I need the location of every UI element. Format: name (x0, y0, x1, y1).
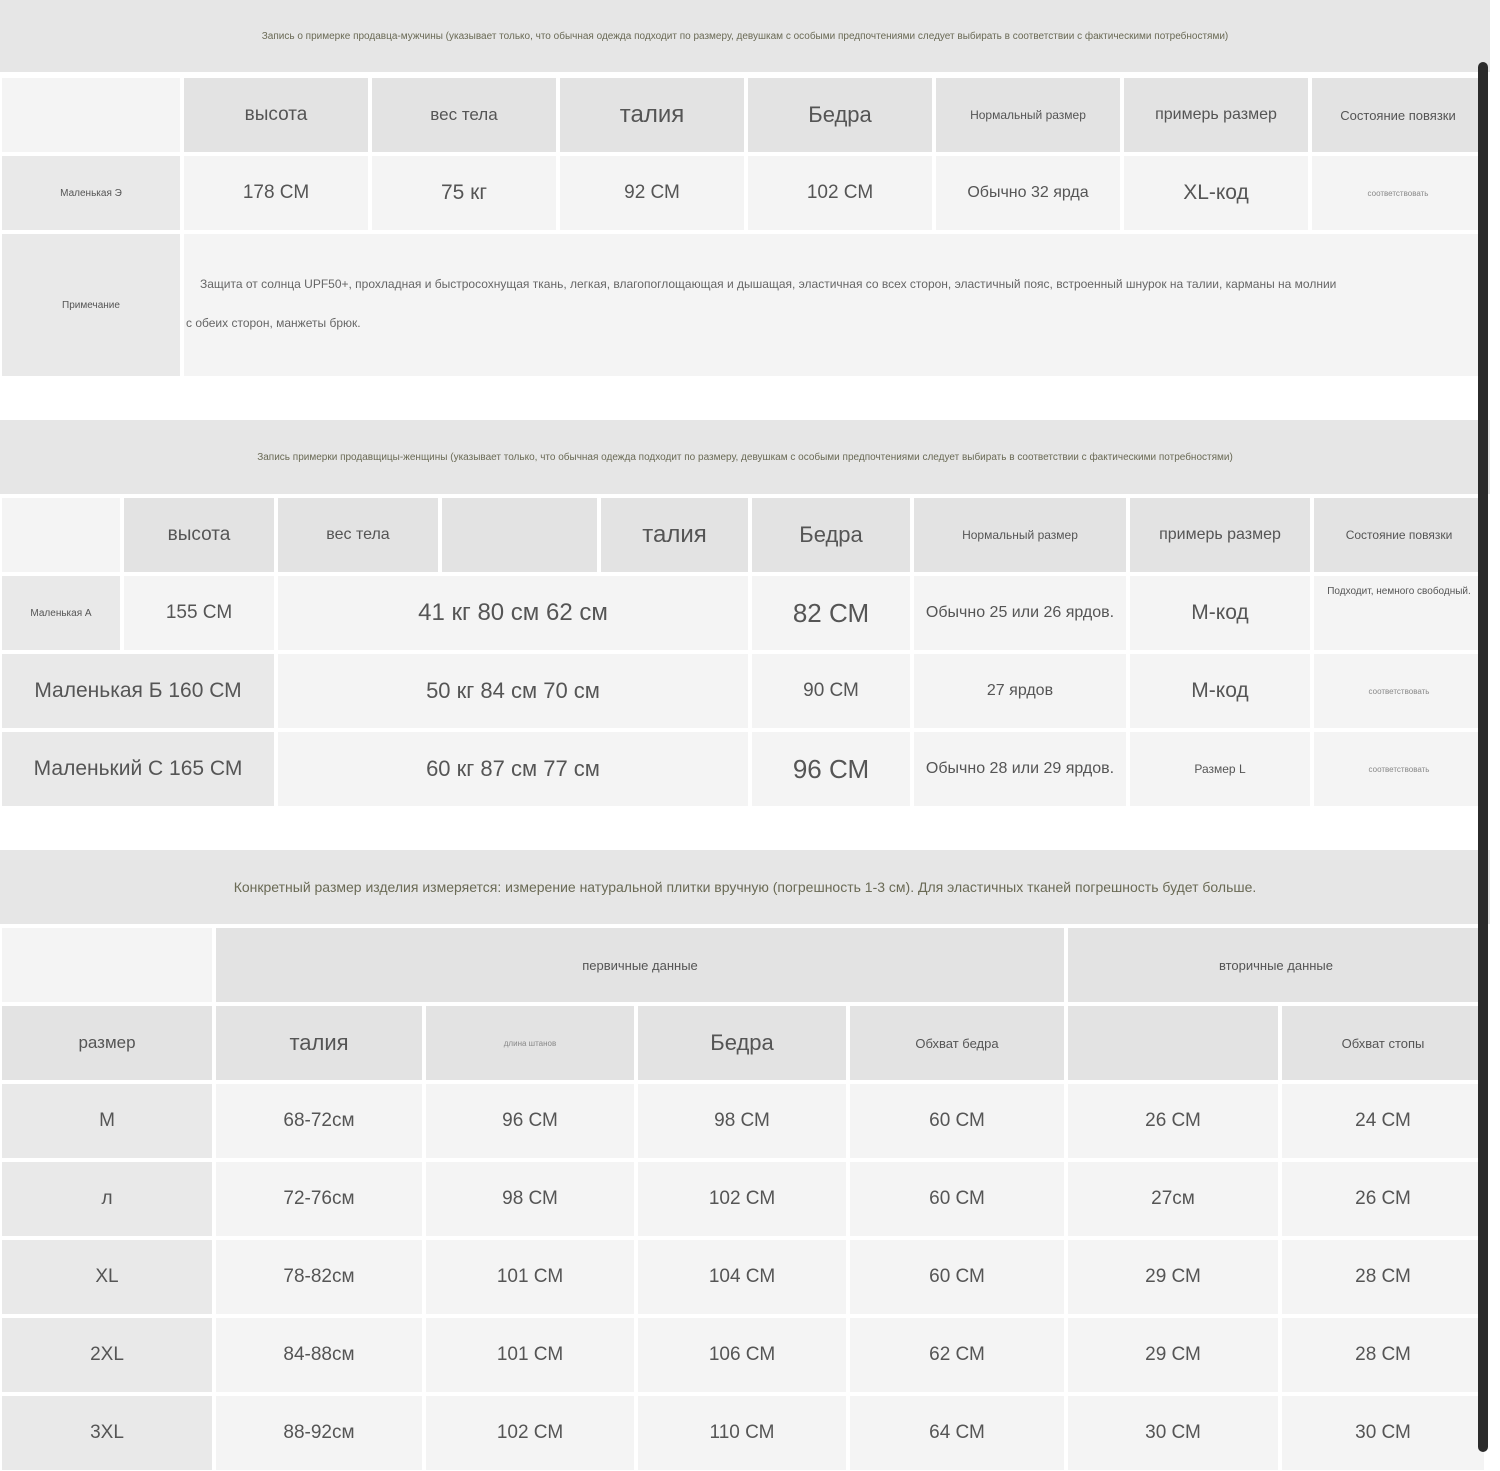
male-header-waist: талия (560, 78, 744, 152)
product-row-3-waist: 78-82см (216, 1240, 422, 1314)
product-row-1-secondary: 26 СМ (1068, 1084, 1278, 1158)
male-fitting-banner: Запись о примерке продавца-мужчины (указ… (0, 0, 1490, 72)
product-row-1-size: M (2, 1084, 212, 1158)
product-row-5-hips: 110 СМ (638, 1396, 846, 1470)
female-row-a-normal-size: Обычно 25 или 26 ярдов. (914, 576, 1126, 650)
product-header-waist: талия (216, 1006, 422, 1080)
female-row-c-weight-bust-waist: 60 кг 87 см 77 см (278, 732, 748, 806)
female-row-a-hips: 82 СМ (752, 576, 910, 650)
product-row-4-waist: 84-88см (216, 1318, 422, 1392)
male-header-tried-size: примерь размер (1124, 78, 1308, 152)
male-header-hips: Бедра (748, 78, 932, 152)
male-row-label: Маленькая Э (2, 156, 180, 230)
female-header-weight: вес тела (278, 498, 438, 572)
female-row-c-tried-size: Размер L (1130, 732, 1310, 806)
male-note-box: Защита от солнца UPF50+, прохладная и бы… (184, 234, 1484, 376)
female-row-a-fit-state: Подходит, немного свободный. (1314, 576, 1484, 650)
product-row-4-hips: 106 СМ (638, 1318, 846, 1392)
male-note-label: Примечание (2, 234, 180, 376)
product-row-2-pants-length: 98 СМ (426, 1162, 634, 1236)
female-header-corner (2, 498, 120, 572)
product-row-3-size: XL (2, 1240, 212, 1314)
product-row-4-pants-length: 101 СМ (426, 1318, 634, 1392)
product-row-3-secondary: 29 СМ (1068, 1240, 1278, 1314)
female-fitting-banner: Запись примерки продавщицы-женщины (указ… (0, 420, 1490, 494)
male-header-corner (2, 78, 180, 152)
product-row-3-leg-opening: 28 СМ (1282, 1240, 1484, 1314)
female-header-height: высота (124, 498, 274, 572)
female-row-b-weight-bust-waist: 50 кг 84 см 70 см (278, 654, 748, 728)
female-row-b-label-height: Маленькая Б 160 СМ (2, 654, 274, 728)
product-row-4-leg-opening: 28 СМ (1282, 1318, 1484, 1392)
female-row-a-weight-bust-waist: 41 кг 80 см 62 см (278, 576, 748, 650)
female-header-blank (442, 498, 597, 572)
product-row-4-secondary: 29 СМ (1068, 1318, 1278, 1392)
product-header-size: размер (2, 1006, 212, 1080)
male-fit-state-value: соответствовать (1312, 156, 1484, 230)
scrollbar[interactable] (1478, 62, 1488, 1452)
male-waist-value: 92 СМ (560, 156, 744, 230)
male-height-value: 178 СМ (184, 156, 368, 230)
female-row-b-hips: 90 СМ (752, 654, 910, 728)
female-row-c-label-height: Маленький С 165 СМ (2, 732, 274, 806)
product-header-blank (1068, 1006, 1278, 1080)
product-row-2-leg-opening: 26 СМ (1282, 1162, 1484, 1236)
male-normal-size-value: Обычно 32 ярда (936, 156, 1120, 230)
product-row-5-thigh: 64 СМ (850, 1396, 1064, 1470)
product-row-4-thigh: 62 СМ (850, 1318, 1064, 1392)
female-row-a-label: Маленькая А (2, 576, 120, 650)
product-row-5-pants-length: 102 СМ (426, 1396, 634, 1470)
female-header-tried-size: примерь размер (1130, 498, 1310, 572)
male-hips-value: 102 СМ (748, 156, 932, 230)
product-row-1-waist: 68-72см (216, 1084, 422, 1158)
male-header-height: высота (184, 78, 368, 152)
female-row-c-fit-state: соответствовать (1314, 732, 1484, 806)
male-header-normal-size: Нормальный размер (936, 78, 1120, 152)
male-header-fit-state: Состояние повязки (1312, 78, 1484, 152)
male-weight-value: 75 кг (372, 156, 556, 230)
female-row-c-normal-size: Обычно 28 или 29 ярдов. (914, 732, 1126, 806)
product-row-1-hips: 98 СМ (638, 1084, 846, 1158)
male-note-line-1: Защита от солнца UPF50+, прохладная и бы… (200, 277, 1337, 291)
female-row-b-normal-size: 27 ярдов (914, 654, 1126, 728)
product-row-5-secondary: 30 СМ (1068, 1396, 1278, 1470)
female-row-b-tried-size: М-код (1130, 654, 1310, 728)
product-row-5-size: 3XL (2, 1396, 212, 1470)
female-row-a-tried-size: М-код (1130, 576, 1310, 650)
female-row-a-height: 155 СМ (124, 576, 274, 650)
product-row-2-secondary: 27см (1068, 1162, 1278, 1236)
product-row-2-thigh: 60 СМ (850, 1162, 1064, 1236)
female-header-fit-state: Состояние повязки (1314, 498, 1484, 572)
product-row-4-size: 2XL (2, 1318, 212, 1392)
product-header-leg-opening: Обхват стопы (1282, 1006, 1484, 1080)
female-row-c-hips: 96 СМ (752, 732, 910, 806)
product-row-1-leg-opening: 24 СМ (1282, 1084, 1484, 1158)
female-header-waist: талия (601, 498, 748, 572)
product-group-secondary: вторичные данные (1068, 928, 1484, 1002)
male-note-line-2: с обеих сторон, манжеты брюк. (186, 316, 361, 330)
product-row-2-size: л (2, 1162, 212, 1236)
male-header-weight: вес тела (372, 78, 556, 152)
product-header-hips: Бедра (638, 1006, 846, 1080)
male-tried-size-value: XL-код (1124, 156, 1308, 230)
product-row-2-waist: 72-76см (216, 1162, 422, 1236)
product-row-3-hips: 104 СМ (638, 1240, 846, 1314)
product-row-3-pants-length: 101 СМ (426, 1240, 634, 1314)
product-header-corner (2, 928, 212, 1002)
product-header-pants-length: длина штанов (426, 1006, 634, 1080)
product-group-primary: первичные данные (216, 928, 1064, 1002)
product-row-3-thigh: 60 СМ (850, 1240, 1064, 1314)
product-header-thigh: Обхват бедра (850, 1006, 1064, 1080)
product-row-1-thigh: 60 СМ (850, 1084, 1064, 1158)
product-row-2-hips: 102 СМ (638, 1162, 846, 1236)
female-header-normal-size: Нормальный размер (914, 498, 1126, 572)
product-row-5-waist: 88-92см (216, 1396, 422, 1470)
female-header-hips: Бедра (752, 498, 910, 572)
product-row-5-leg-opening: 30 СМ (1282, 1396, 1484, 1470)
product-row-1-pants-length: 96 СМ (426, 1084, 634, 1158)
female-row-b-fit-state: соответствовать (1314, 654, 1484, 728)
product-size-banner: Конкретный размер изделия измеряется: из… (0, 850, 1490, 924)
